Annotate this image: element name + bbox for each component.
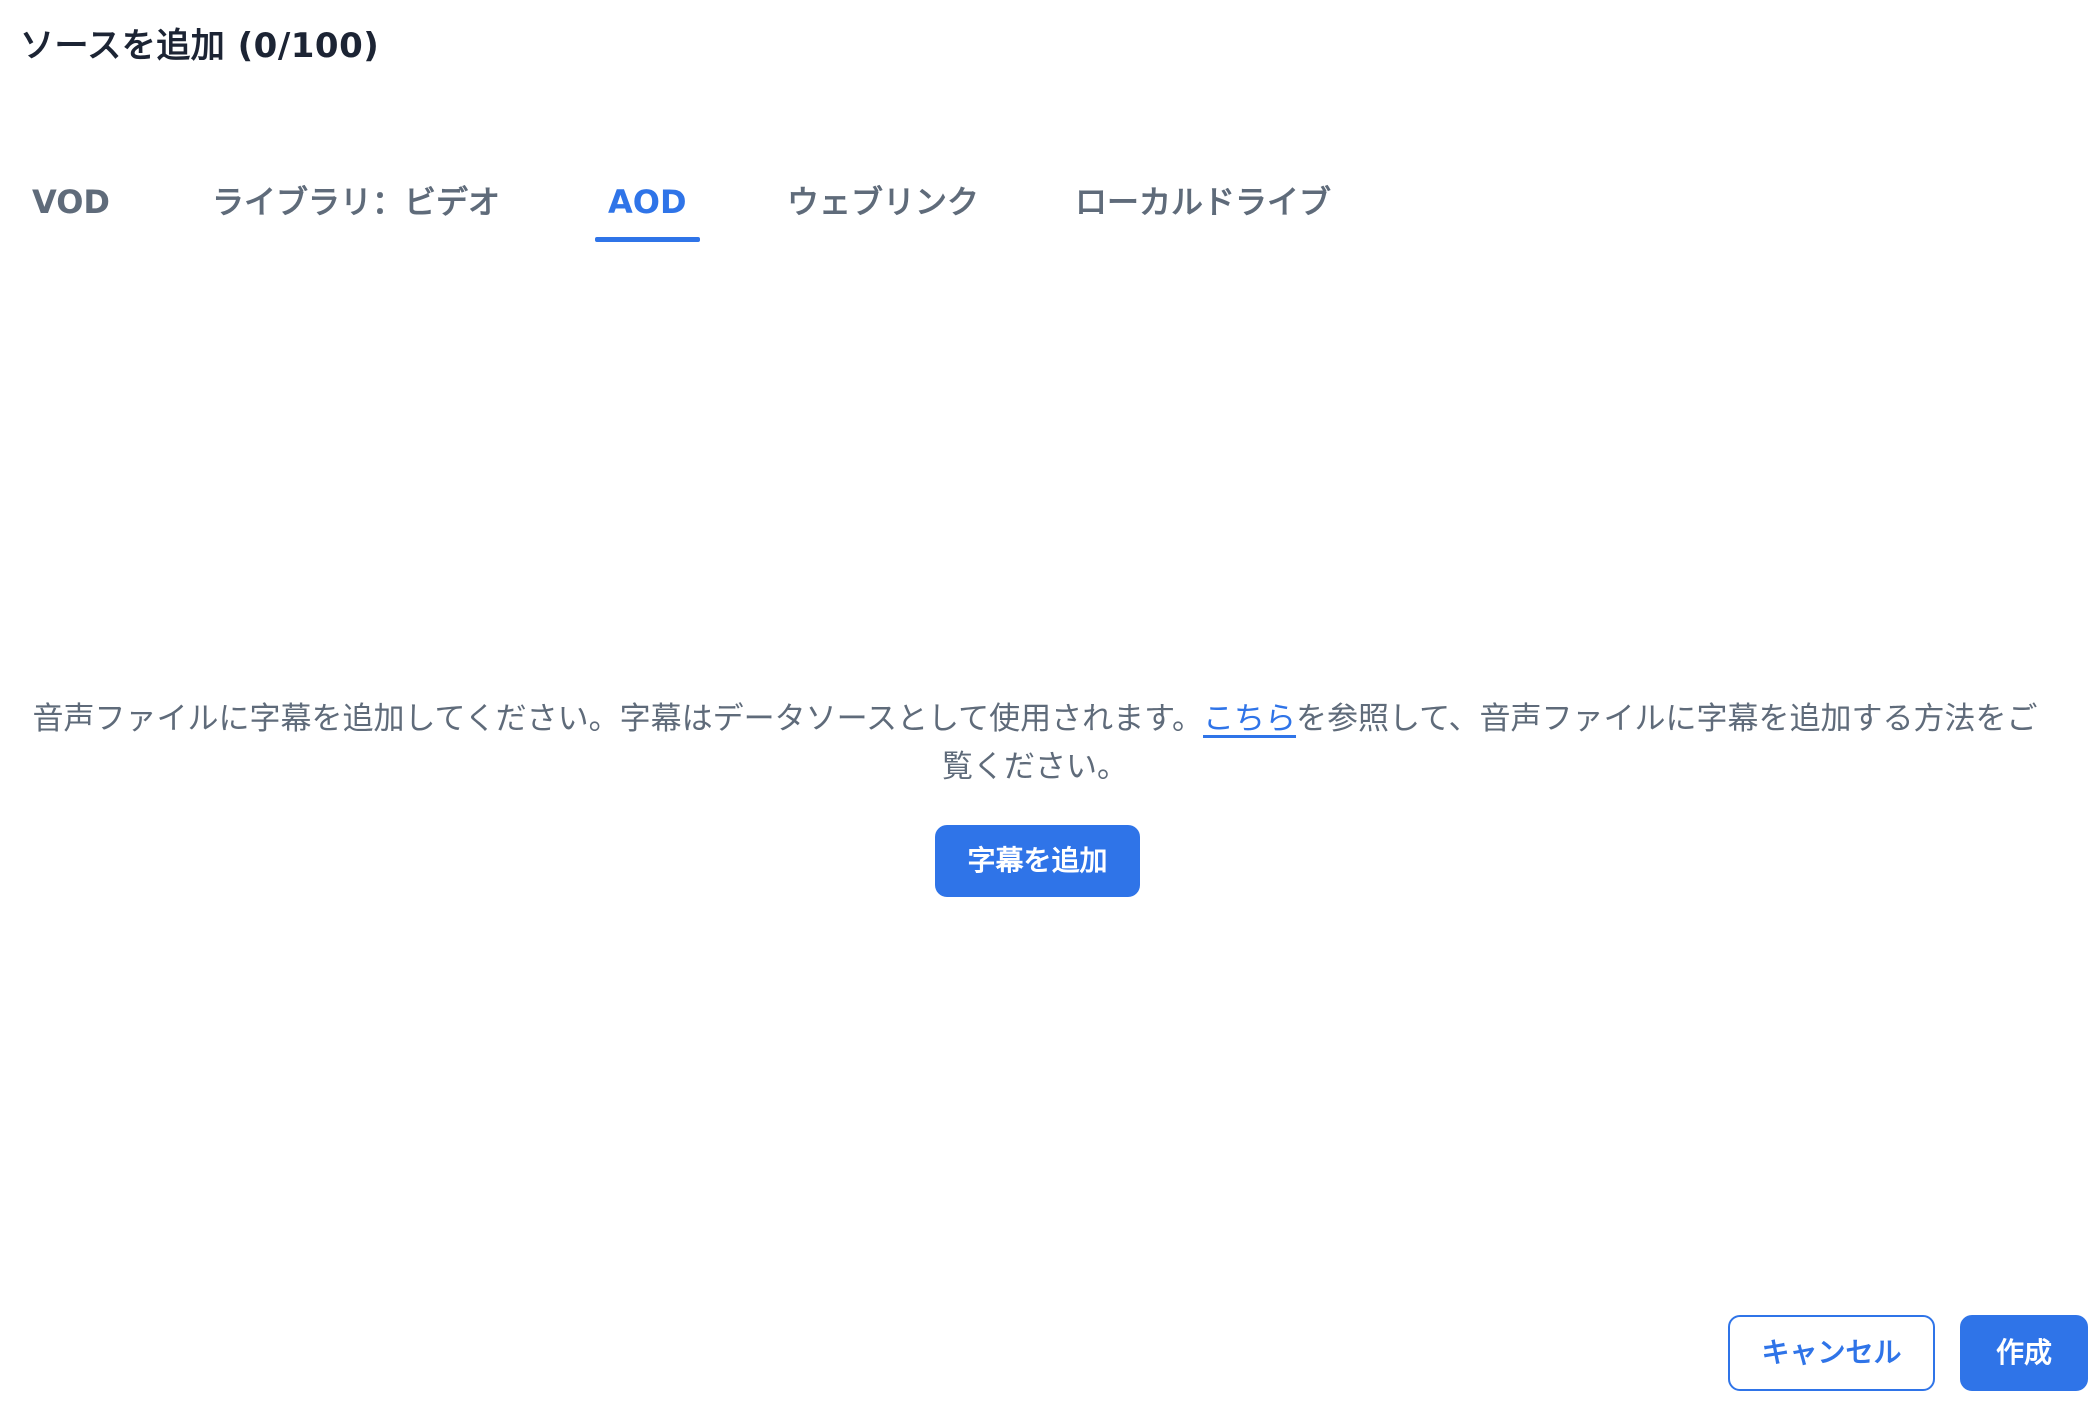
empty-state-message: 音声ファイルに字幕を追加してください。字幕はデータソースとして使用されます。こち…	[20, 695, 2050, 791]
create-button[interactable]: 作成	[1960, 1315, 2088, 1391]
empty-state-text-before: 音声ファイルに字幕を追加してください。字幕はデータソースとして使用されます。	[32, 701, 1204, 737]
tab-web-link[interactable]: ウェブリンク	[787, 176, 979, 246]
tab-vod[interactable]: VOD	[32, 176, 110, 246]
tab-local-drive[interactable]: ローカルドライブ	[1075, 176, 1331, 246]
tab-library-video[interactable]: ライブラリ：ビデオ	[212, 176, 500, 246]
tab-aod[interactable]: AOD	[595, 176, 699, 246]
cancel-button[interactable]: キャンセル	[1728, 1315, 1935, 1391]
help-link[interactable]: こちら	[1203, 701, 1296, 737]
dialog-title: ソースを追加 (0/100)	[20, 26, 380, 66]
add-subtitle-button[interactable]: 字幕を追加	[935, 825, 1140, 897]
